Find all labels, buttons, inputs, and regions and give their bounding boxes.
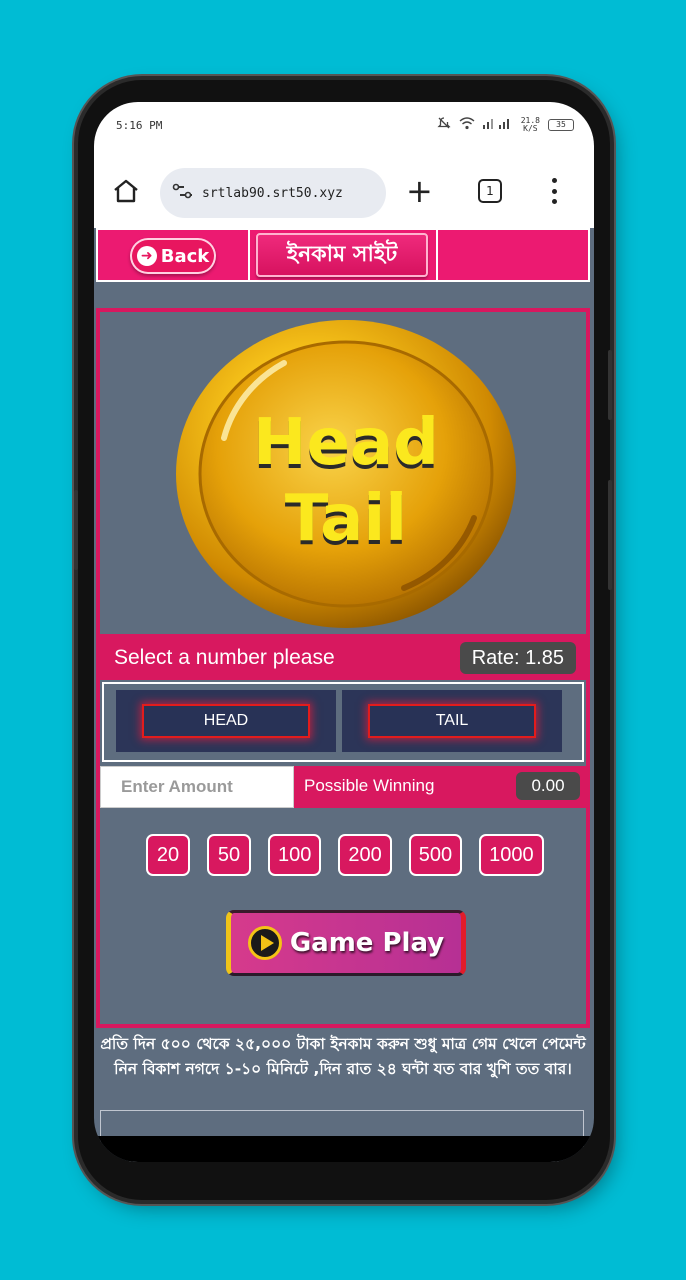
amount-chip[interactable]: 500 (408, 834, 463, 876)
wifi-icon (459, 116, 475, 133)
net-speed-unit: K/S (523, 123, 538, 133)
net-speed: 21.8 K/S (521, 116, 540, 133)
back-label: Back (160, 245, 210, 267)
nav-back-cell: ➜ Back (98, 230, 250, 280)
game-play-label: Game Play (289, 928, 445, 958)
side-button-left (74, 490, 78, 570)
site-title: ইনকাম সাইট (256, 233, 428, 277)
amount-chip[interactable]: 20 (146, 834, 190, 876)
status-time: 5:16 PM (116, 119, 163, 132)
possible-winning-label: Possible Winning (304, 776, 435, 795)
head-tail-coin-image: Head Head Tail Tail (176, 320, 516, 628)
web-content: ➜ Back ইনকাম সাইট Head Head Tail Tail Se… (94, 228, 594, 1162)
more-menu-icon[interactable] (550, 176, 558, 206)
choice-box: HEAD TAIL (102, 682, 584, 762)
amount-chip[interactable]: 100 (268, 834, 322, 876)
choice-tail[interactable]: TAIL (342, 690, 562, 752)
amount-row: Possible Winning 0.00 (100, 766, 586, 808)
choice-head[interactable]: HEAD (116, 690, 336, 752)
status-bar: 5:16 PM 21.8 K/S 35 (94, 102, 594, 150)
select-row: Select a number please Rate: 1.85 (100, 638, 586, 680)
amount-chip[interactable]: 200 (338, 834, 392, 876)
back-button[interactable]: ➜ Back (130, 238, 216, 274)
bottom-bar (94, 1136, 594, 1162)
game-panel: Head Head Tail Tail Select a number plea… (96, 308, 590, 1028)
volume-button (608, 350, 612, 420)
browser-toolbar: srtlab90.srt50.xyz + 1 (94, 150, 594, 228)
mute-icon (437, 116, 451, 133)
head-button[interactable]: HEAD (142, 704, 310, 738)
url-text: srtlab90.srt50.xyz (202, 185, 343, 201)
tab-switcher-icon[interactable]: 1 (478, 179, 502, 203)
coin-area: Head Head Tail Tail (100, 312, 586, 638)
top-nav: ➜ Back ইনকাম সাইট (96, 228, 590, 282)
address-bar[interactable]: srtlab90.srt50.xyz (160, 168, 386, 218)
play-icon (247, 926, 282, 960)
amount-chip[interactable]: 1000 (479, 834, 544, 876)
new-tab-icon[interactable]: + (406, 175, 433, 207)
amount-input[interactable] (100, 766, 294, 808)
coin-text-tail-front: Tail (285, 482, 407, 556)
game-play-button[interactable]: Game Play (226, 910, 466, 976)
status-icons: 21.8 K/S 35 (437, 116, 574, 133)
amount-chips: 20 50 100 200 500 1000 (146, 834, 544, 876)
home-icon[interactable] (112, 178, 140, 204)
coin-text-head-front: Head (253, 406, 439, 480)
amount-chip[interactable]: 50 (207, 834, 251, 876)
site-settings-icon[interactable] (172, 182, 194, 204)
promo-note: প্রতি দিন ৫০০ থেকে ২৫,০০০ টাকা ইনকাম করু… (100, 1035, 586, 1078)
select-prompt: Select a number please (114, 646, 335, 669)
possible-winning-value: 0.00 (516, 772, 580, 800)
phone-frame: 5:16 PM 21.8 K/S 35 srtlab90.srt50.xyz +… (74, 80, 612, 1200)
back-arrow-icon: ➜ (136, 246, 157, 266)
rate-badge: Rate: 1.85 (459, 642, 576, 674)
power-button (608, 480, 612, 590)
signal-icon (482, 117, 513, 132)
nav-title-cell: ইনকাম সাইট (250, 230, 438, 280)
phone-screen: 5:16 PM 21.8 K/S 35 srtlab90.srt50.xyz +… (94, 102, 594, 1162)
battery-icon: 35 (548, 118, 574, 131)
tail-button[interactable]: TAIL (368, 704, 536, 738)
